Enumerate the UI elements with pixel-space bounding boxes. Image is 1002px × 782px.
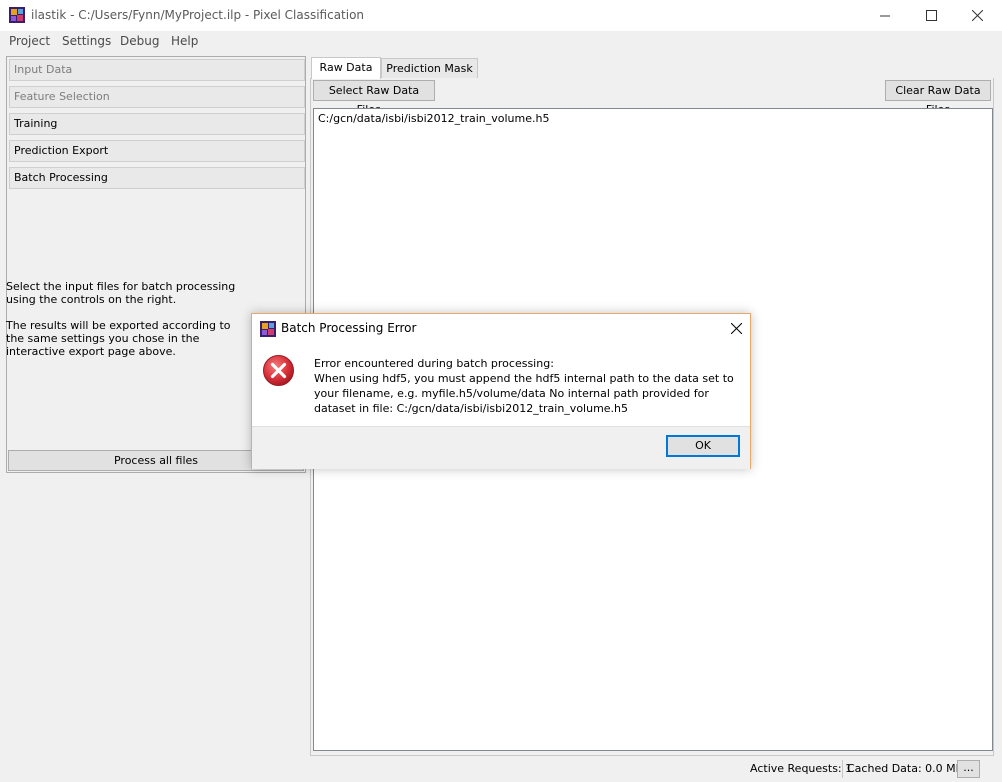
applet-feature-selection[interactable]: Feature Selection — [9, 86, 305, 108]
ilastik-logo-icon — [9, 7, 25, 23]
close-button[interactable] — [954, 0, 1000, 31]
dialog-close-button[interactable] — [724, 317, 748, 339]
clear-raw-data-files-button[interactable]: Clear Raw Data Files — [885, 80, 991, 116]
menu-debug[interactable]: Debug — [120, 34, 159, 48]
maximize-icon — [925, 10, 937, 21]
minimize-button[interactable] — [862, 0, 908, 31]
dialog-message-line-2: When using hdf5, you must append the hdf… — [314, 372, 734, 415]
applet-training[interactable]: Training — [9, 113, 305, 135]
error-icon — [262, 354, 295, 387]
close-icon — [730, 322, 742, 334]
minimize-icon — [879, 15, 890, 17]
batch-processing-error-dialog: Batch Processing Error Error encountered… — [251, 313, 751, 469]
tab-prediction-mask[interactable]: Prediction Mask — [381, 58, 478, 78]
batch-description-text-2: The results will be exported according t… — [6, 319, 231, 358]
dialog-title: Batch Processing Error — [281, 321, 417, 335]
menu-bar: Project Settings Debug Help — [0, 31, 1002, 52]
window-title: ilastik - C:/Users/Fynn/MyProject.ilp - … — [31, 8, 365, 22]
menu-help[interactable]: Help — [171, 34, 198, 48]
dialog-message-line-1: Error encountered during batch processin… — [314, 357, 554, 370]
file-list-item[interactable]: C:/gcn/data/isbi/isbi2012_train_volume.h… — [318, 112, 549, 125]
batch-description: Select the input files for batch process… — [6, 280, 246, 371]
ilastik-logo-icon — [260, 321, 276, 337]
menu-project[interactable]: Project — [9, 34, 50, 48]
menu-settings[interactable]: Settings — [62, 34, 111, 48]
status-divider — [842, 760, 843, 778]
cached-data-status: Cached Data: 0.0 MB — [847, 762, 964, 775]
tab-raw-data[interactable]: Raw Data — [311, 57, 381, 79]
maximize-button[interactable] — [908, 0, 954, 31]
dialog-message: Error encountered during batch processin… — [314, 356, 746, 416]
ok-button[interactable]: OK — [666, 435, 740, 457]
active-requests-status: Active Requests: 1 — [750, 762, 853, 775]
batch-description-text-1: Select the input files for batch process… — [6, 280, 236, 306]
memory-details-button[interactable]: ... — [957, 760, 980, 778]
applet-batch-processing[interactable]: Batch Processing — [9, 167, 305, 189]
select-raw-data-files-button[interactable]: Select Raw Data Files... — [313, 80, 435, 116]
close-icon — [971, 10, 983, 21]
applet-prediction-export[interactable]: Prediction Export — [9, 140, 305, 162]
applet-input-data[interactable]: Input Data — [9, 59, 305, 81]
